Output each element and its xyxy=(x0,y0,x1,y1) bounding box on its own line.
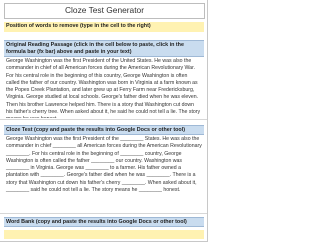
cloze-test-header-label: Cloze Test (copy and paste the results i… xyxy=(6,127,186,133)
original-passage-text: George Washington was the first Presiden… xyxy=(6,58,201,118)
cloze-test-text: George Washington was the first Presiden… xyxy=(6,136,202,194)
page-title: Cloze Test Generator xyxy=(65,5,144,15)
divider xyxy=(0,119,207,120)
cloze-test-header[interactable]: Cloze Test (copy and paste the results i… xyxy=(4,125,204,135)
word-bank-cell[interactable] xyxy=(4,230,204,239)
title-cell[interactable]: Cloze Test Generator xyxy=(4,3,205,19)
original-passage-header[interactable]: Original Reading Passage (click in the c… xyxy=(4,40,204,57)
position-label-cell[interactable]: Position of words to remove (type in the… xyxy=(4,22,204,32)
original-passage-header-label: Original Reading Passage (click in the c… xyxy=(6,42,184,55)
original-passage-cell[interactable]: George Washington was the first Presiden… xyxy=(4,58,204,118)
position-label: Position of words to remove (type in the… xyxy=(6,23,151,29)
divider xyxy=(0,213,207,214)
word-bank-header-label: Word Bank (copy and paste the results in… xyxy=(6,219,187,225)
word-bank-header[interactable]: Word Bank (copy and paste the results in… xyxy=(4,217,204,227)
spreadsheet-sheet: Cloze Test Generator Position of words t… xyxy=(0,0,208,242)
cloze-test-cell[interactable]: George Washington was the first Presiden… xyxy=(4,136,204,212)
